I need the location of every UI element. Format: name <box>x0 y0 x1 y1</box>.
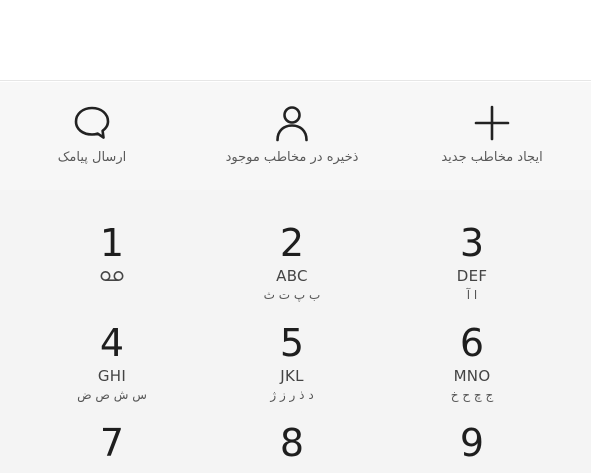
key-digit: 9 <box>459 421 485 465</box>
dialpad-key-9[interactable]: 9 <box>402 390 542 473</box>
key-latin-letters: ABC <box>276 267 308 285</box>
dialpad-key-5[interactable]: 5 JKL د ذ ر ز ژ <box>222 290 362 402</box>
key-latin-letters: JKL <box>280 367 304 385</box>
key-latin-letters: DEF <box>456 267 488 285</box>
dialpad-key-2[interactable]: 2 ABC ب پ ت ث <box>222 190 362 302</box>
dialpad-key-4[interactable]: 4 GHI س ش ص ض <box>42 290 182 402</box>
number-display-area <box>0 0 591 81</box>
key-digit: 7 <box>99 421 125 465</box>
key-digit: 5 <box>279 321 305 365</box>
dialpad-key-1[interactable]: 1 <box>42 190 182 290</box>
key-digit: 2 <box>279 221 305 265</box>
send-sms-label: ارسال پیامک <box>57 150 127 165</box>
dialpad-key-6[interactable]: 6 MNO ج چ ح خ <box>402 290 542 402</box>
key-digit: 8 <box>279 421 305 465</box>
key-digit: 3 <box>459 221 485 265</box>
key-digit: 6 <box>459 321 485 365</box>
key-latin-letters: GHI <box>97 367 127 385</box>
quick-actions-bar: ارسال پیامک ذخیره در مخاطب موجود ایجاد م… <box>0 82 591 190</box>
person-icon <box>276 106 308 142</box>
plus-icon <box>474 105 510 141</box>
dialpad: 1 2 ABC ب پ ت ث 3 DEF ا آ 4 GHI س ش ص ض … <box>0 190 591 473</box>
chat-bubble-icon <box>74 106 110 139</box>
save-to-existing-contact-button[interactable]: ذخیره در مخاطب موجود <box>192 82 392 190</box>
key-digit: 1 <box>99 221 125 265</box>
dialpad-key-7[interactable]: 7 <box>42 390 182 473</box>
key-latin-letters: MNO <box>453 367 491 385</box>
save-to-existing-contact-label: ذخیره در مخاطب موجود <box>225 150 359 165</box>
create-new-contact-button[interactable]: ایجاد مخاطب جدید <box>412 82 572 190</box>
dialpad-key-8[interactable]: 8 <box>222 390 362 473</box>
dialpad-key-3[interactable]: 3 DEF ا آ <box>402 190 542 302</box>
create-new-contact-label: ایجاد مخاطب جدید <box>441 150 543 165</box>
key-digit: 4 <box>99 321 125 365</box>
voicemail-icon <box>100 271 124 281</box>
send-sms-button[interactable]: ارسال پیامک <box>32 82 152 190</box>
